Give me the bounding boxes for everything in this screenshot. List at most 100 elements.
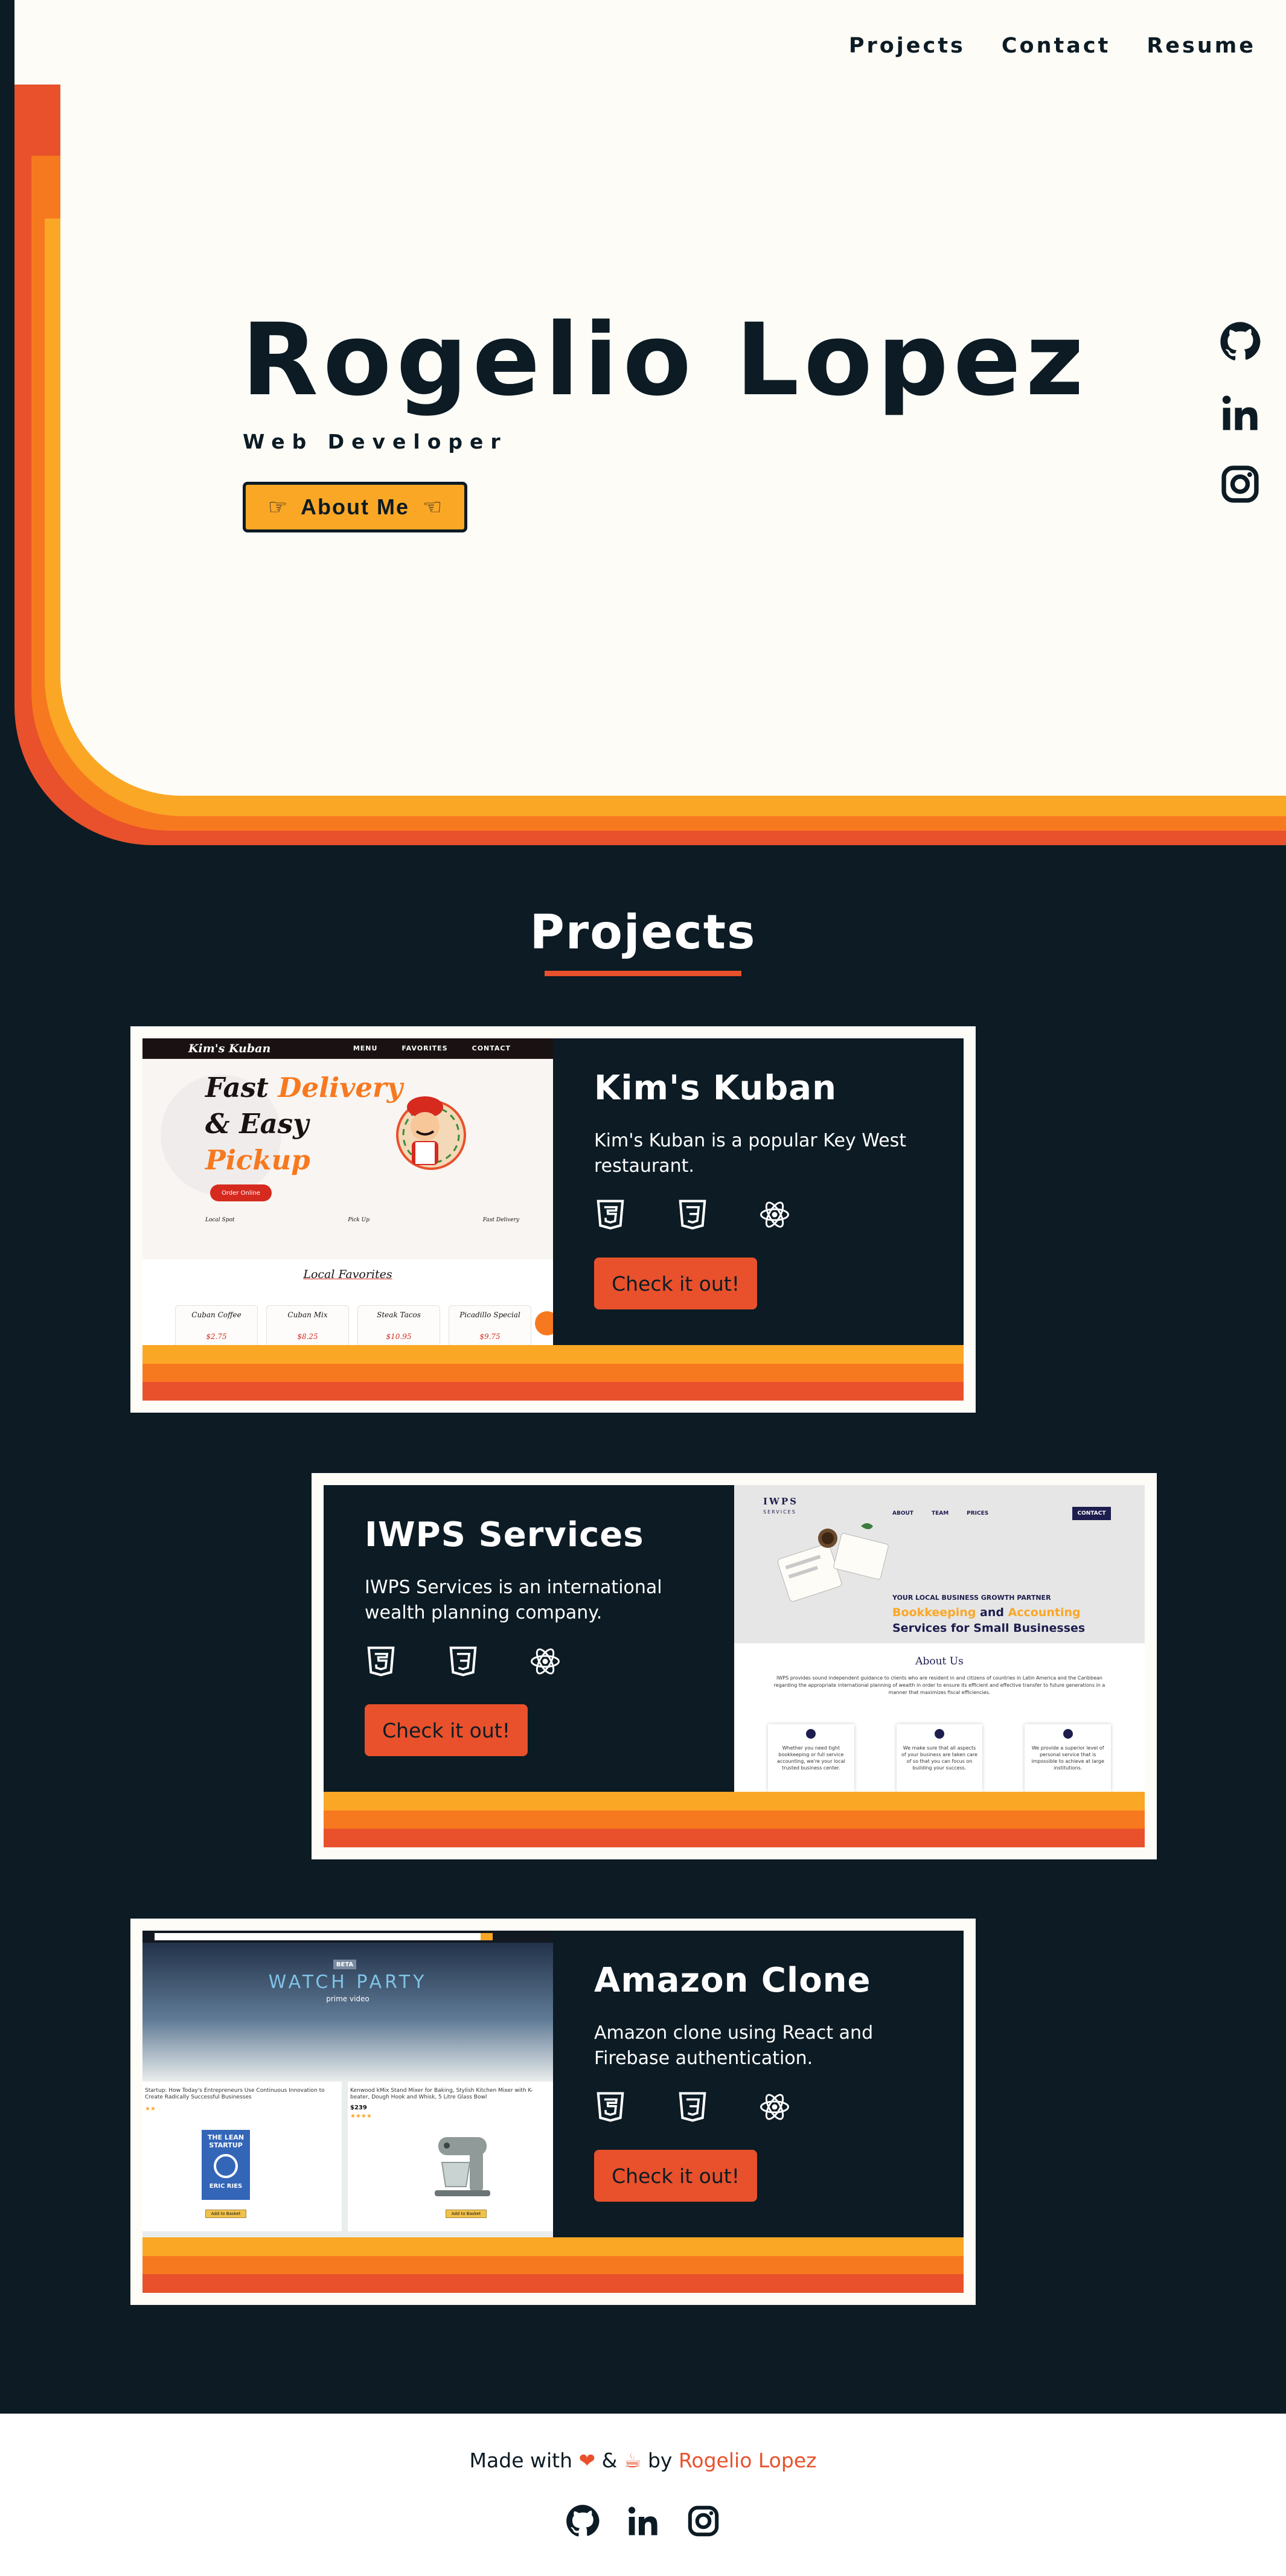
tech-stack [594, 2091, 923, 2123]
preview-dish-name: Steak Tacos [377, 1311, 421, 1319]
preview-link: FAVORITES [401, 1044, 448, 1052]
book-cover: THE LEAN STARTUP ERIC RIES [202, 2130, 250, 2200]
nav-link-contact[interactable]: Contact [1002, 34, 1110, 58]
react-icon [758, 2091, 791, 2123]
preview-product-price: $239 [350, 2105, 367, 2111]
preview-headline: Fast [205, 1072, 269, 1104]
card-stripes [142, 1345, 964, 1401]
project-card-iwps-services: IWPS Services IWPS Services is an intern… [312, 1473, 1157, 1859]
nav-link-projects[interactable]: Projects [849, 34, 965, 58]
preview-feature-text: We provide a superior level of personal … [1031, 1745, 1104, 1771]
preview-dish-price: $8.25 [297, 1332, 318, 1341]
iwps-services-screenshot[interactable]: IWPS SERVICES ABOUT TEAM PRICES CONTACT [734, 1485, 1145, 1792]
tech-stack [594, 1198, 923, 1231]
preview-section-title: About Us [915, 1655, 964, 1667]
project-card-kims-kuban: Kim's Kuban MENU FAVORITES CONTACT Fast … [130, 1026, 976, 1413]
preview-headline-accent: Bookkeeping [892, 1606, 976, 1619]
check-circle-icon [806, 1729, 816, 1739]
nav-link-resume[interactable]: Resume [1147, 34, 1256, 58]
footer-author-name: Rogelio Lopez [678, 2449, 817, 2472]
preview-product-title: Startup: How Today's Entrepreneurs Use C… [145, 2088, 325, 2100]
card-stripes [324, 1792, 1145, 1847]
chef-mascot-illustration [383, 1087, 467, 1171]
book-author: ERIC RIES [209, 2183, 243, 2190]
card-stripes [142, 2237, 964, 2293]
preview-link: TEAM [931, 1510, 949, 1517]
preview-headline-accent: Pickup [205, 1144, 310, 1176]
tech-stack [365, 1645, 693, 1678]
top-nav: Projects Contact Resume [849, 34, 1256, 58]
hero-section: Projects Contact Resume Rogelio Lopez We… [0, 0, 1286, 845]
preview-headline: and [980, 1606, 1004, 1619]
project-description: IWPS Services is an international wealth… [365, 1577, 662, 1623]
project-title: IWPS Services [365, 1515, 644, 1555]
preview-feature-text: Whether you need tight bookkeeping or fu… [776, 1745, 845, 1771]
add-to-basket-button: Add to Basket [446, 2210, 487, 2218]
preview-banner-title: WATCH PARTY [268, 1972, 427, 1993]
preview-feature: Local Spot [205, 1217, 235, 1223]
react-icon [529, 1645, 561, 1678]
add-to-basket-button: Add to Basket [205, 2210, 246, 2218]
css3-icon [447, 1645, 479, 1678]
book-title: THE LEAN STARTUP [207, 2133, 245, 2149]
project-description: Amazon clone using React and Firebase au… [594, 2022, 874, 2069]
preview-brand-sub: SERVICES [763, 1509, 796, 1515]
preview-about-text: IWPS provides sound independent guidance… [773, 1675, 1105, 1695]
preview-dish-price: $2.75 [206, 1332, 227, 1341]
about-me-button[interactable]: ☞ About Me ☜ [243, 482, 467, 532]
project-info: Kim's Kuban Kim's Kuban is a popular Key… [553, 1038, 964, 1345]
project-description: Kim's Kuban is a popular Key West restau… [594, 1130, 906, 1177]
projects-heading-underline [545, 971, 741, 976]
preview-dish-name: Picadillo Special [459, 1311, 520, 1319]
footer-and: & [601, 2449, 618, 2472]
desk-photo-illustration [770, 1520, 903, 1611]
about-me-label: About Me [301, 494, 409, 519]
preview-section-title: Local Favorites [303, 1268, 392, 1281]
preview-headline: & Easy [205, 1108, 309, 1140]
instagram-icon[interactable] [686, 2504, 720, 2538]
preview-banner-sub: prime video [326, 1995, 369, 2003]
preview-brand: IWPS [763, 1496, 798, 1507]
hero-social-links [1220, 321, 1261, 505]
preview-dish-price: $9.75 [479, 1332, 501, 1341]
preview-feature-text: We make sure that all aspects of your bu… [901, 1745, 977, 1771]
linkedin-icon[interactable] [1220, 392, 1261, 433]
hero-role: Web Developer [243, 430, 508, 453]
preview-brand: Kim's Kuban [188, 1042, 271, 1055]
preview-badge: BETA [333, 1960, 356, 1969]
footer: Made with ❤ & ☕ by Rogelio Lopez [0, 2414, 1286, 2576]
github-icon[interactable] [566, 2504, 600, 2538]
check-it-out-button[interactable]: Check it out! [594, 2150, 757, 2202]
linkedin-icon[interactable] [626, 2504, 660, 2538]
preview-feature: Fast Delivery [482, 1217, 519, 1223]
coffee-cup-icon: ☕ [623, 2449, 642, 2472]
order-online-button: Order Online [210, 1184, 272, 1201]
check-circle-icon [1063, 1729, 1073, 1739]
preview-dish-name: Cuban Coffee [191, 1311, 242, 1319]
preview-headline: Services for Small Businesses [892, 1622, 1086, 1635]
project-info: Amazon Clone Amazon clone using React an… [553, 1931, 964, 2237]
star-rating-icon: ★★ [145, 2106, 156, 2112]
pointing-right-hand-icon: ☞ [267, 494, 288, 519]
preview-headline-accent: Accounting [1008, 1606, 1081, 1619]
heart-icon: ❤ [578, 2449, 596, 2472]
amazon-clone-screenshot[interactable]: BETA WATCH PARTY prime video Startup: Ho… [142, 1931, 553, 2237]
stand-mixer-illustration [426, 2127, 499, 2200]
footer-made-with: Made with [469, 2449, 572, 2472]
pointing-left-hand-icon: ☜ [422, 494, 443, 519]
check-it-out-button[interactable]: Check it out! [594, 1258, 757, 1309]
project-card-amazon-clone: BETA WATCH PARTY prime video Startup: Ho… [130, 1919, 976, 2305]
html5-icon [594, 2091, 627, 2123]
instagram-icon[interactable] [1220, 464, 1261, 505]
preview-link: ABOUT [892, 1510, 913, 1517]
footer-by: by [647, 2449, 673, 2472]
kims-kuban-screenshot[interactable]: Kim's Kuban MENU FAVORITES CONTACT Fast … [142, 1038, 553, 1345]
check-it-out-button[interactable]: Check it out! [365, 1704, 528, 1756]
github-icon[interactable] [1220, 321, 1261, 362]
html5-icon [594, 1198, 627, 1231]
star-rating-icon: ★★★★ [350, 2113, 372, 2120]
project-title: Amazon Clone [594, 1961, 871, 2000]
preview-dish-price: $10.95 [386, 1332, 412, 1341]
project-info: IWPS Services IWPS Services is an intern… [324, 1485, 734, 1792]
check-circle-icon [935, 1729, 944, 1739]
